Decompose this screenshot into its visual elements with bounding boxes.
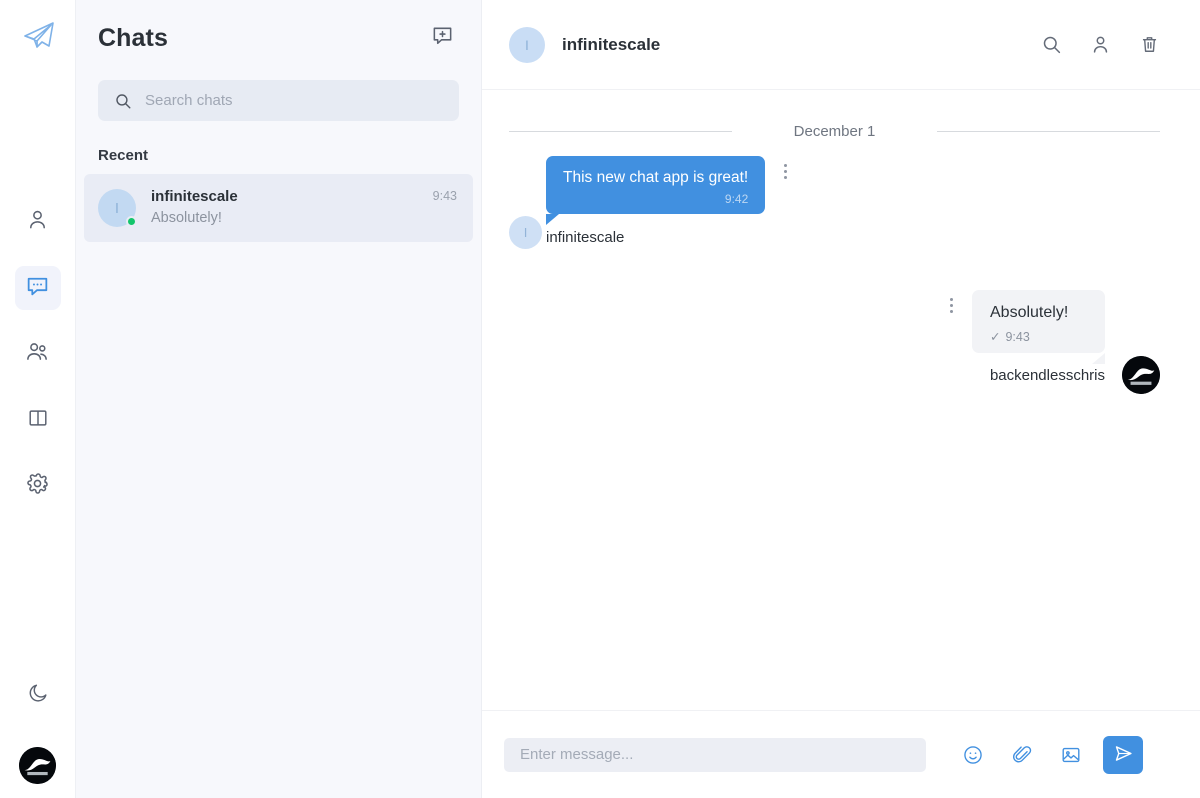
conversation-avatar: I	[509, 26, 545, 63]
people-group-icon	[25, 340, 50, 368]
conversation-title: infinitescale	[562, 34, 661, 54]
message-thread: December 1 I This new chat app is great!…	[482, 90, 1200, 710]
attach-image-button[interactable]	[1060, 744, 1082, 766]
paper-plane-logo-icon	[21, 20, 55, 55]
conversation-actions	[1041, 34, 1160, 55]
new-chat-button[interactable]	[428, 24, 456, 52]
sidebar-item-settings[interactable]	[15, 464, 61, 508]
chat-item-time: 9:43	[432, 189, 457, 203]
conversation-pane: I infinitescale December 1 I This new ch…	[482, 0, 1200, 798]
sidebar-header: Chats	[76, 0, 481, 76]
message-text: Absolutely!	[990, 304, 1069, 321]
rail-nav-items	[14, 200, 61, 508]
message-status-check-icon: ✓	[990, 330, 1001, 344]
message-time: 9:43	[1005, 329, 1030, 344]
divider-line-right	[937, 131, 1161, 132]
message-time: 9:42	[724, 192, 749, 206]
message-bubble: This new chat app is great! 9:42	[546, 156, 766, 225]
message-menu-button[interactable]	[950, 298, 953, 313]
search-icon	[114, 92, 132, 110]
search-container	[76, 76, 481, 121]
message-bubble: Absolutely! ✓ 9:43	[972, 290, 1105, 364]
message-text: This new chat app is great!	[563, 169, 749, 186]
message-time-row: ✓ 9:43	[990, 329, 1087, 345]
date-divider-label: December 1	[793, 123, 876, 140]
online-status-dot	[126, 216, 137, 227]
delete-conversation-button[interactable]	[1139, 34, 1160, 55]
message-avatar	[1122, 356, 1160, 394]
backendless-logo-icon	[1122, 356, 1160, 394]
dark-mode-toggle[interactable]	[15, 673, 61, 717]
backendless-logo-icon	[19, 747, 56, 784]
search-input[interactable]	[145, 92, 443, 109]
current-user-avatar[interactable]	[19, 747, 56, 784]
gear-icon	[26, 472, 49, 500]
conversation-header: I infinitescale	[482, 0, 1200, 90]
message-composer	[482, 710, 1200, 798]
sidebar-item-groups[interactable]	[15, 332, 61, 376]
page-title: Chats	[98, 23, 168, 52]
divider-line-left	[509, 131, 732, 132]
chat-bubble-icon	[25, 273, 50, 303]
attach-file-button[interactable]	[1011, 744, 1033, 766]
sidebar-panel-icon	[27, 407, 49, 434]
message-row-incoming: I This new chat app is great! 9:42 infin…	[509, 140, 1160, 249]
message-meta: backendlesschris	[972, 367, 1105, 384]
message-menu-button[interactable]	[784, 164, 788, 179]
message-row-outgoing: Absolutely! ✓ 9:43 backendlesschris	[509, 246, 1160, 394]
app-logo	[0, 14, 75, 60]
emoji-button[interactable]	[962, 744, 984, 766]
chat-item-name: infinitescale	[151, 188, 238, 205]
avatar: I	[98, 189, 137, 227]
recent-section-label: Recent	[98, 147, 149, 164]
contact-info-button[interactable]	[1090, 34, 1111, 55]
search-conversation-button[interactable]	[1041, 34, 1062, 55]
new-chat-icon	[431, 24, 454, 52]
message-meta: infinitescale	[546, 229, 765, 246]
message-input[interactable]	[504, 737, 926, 772]
chat-app: Chats Rece	[0, 0, 1200, 798]
chat-item-preview: Absolutely!	[151, 210, 222, 226]
date-divider: December 1	[509, 123, 1161, 140]
send-button[interactable]	[1103, 735, 1143, 774]
sidebar-item-chats[interactable]	[14, 266, 61, 310]
sidebar-item-panels[interactable]	[15, 398, 61, 442]
chat-list-sidebar: Chats Rece	[76, 0, 482, 798]
left-nav-rail	[0, 0, 76, 798]
message-outgoing: Absolutely! ✓ 9:43 backendlesschris	[950, 290, 1160, 394]
message-incoming: I This new chat app is great! 9:42 infin…	[509, 156, 788, 249]
message-sender: backendlesschris	[989, 367, 1105, 384]
sidebar-item-contacts[interactable]	[15, 200, 61, 244]
composer-actions	[962, 744, 1082, 766]
moon-icon	[27, 682, 49, 709]
search-box[interactable]	[98, 80, 459, 121]
chat-item-content: infinitescale Absolutely!	[151, 187, 418, 229]
chat-list-item-infinitescale[interactable]: I infinitescale Absolutely! 9:43	[84, 174, 473, 242]
person-icon	[26, 208, 49, 236]
message-avatar: I	[509, 216, 542, 249]
send-icon	[1113, 743, 1134, 767]
message-sender: infinitescale	[546, 229, 625, 246]
